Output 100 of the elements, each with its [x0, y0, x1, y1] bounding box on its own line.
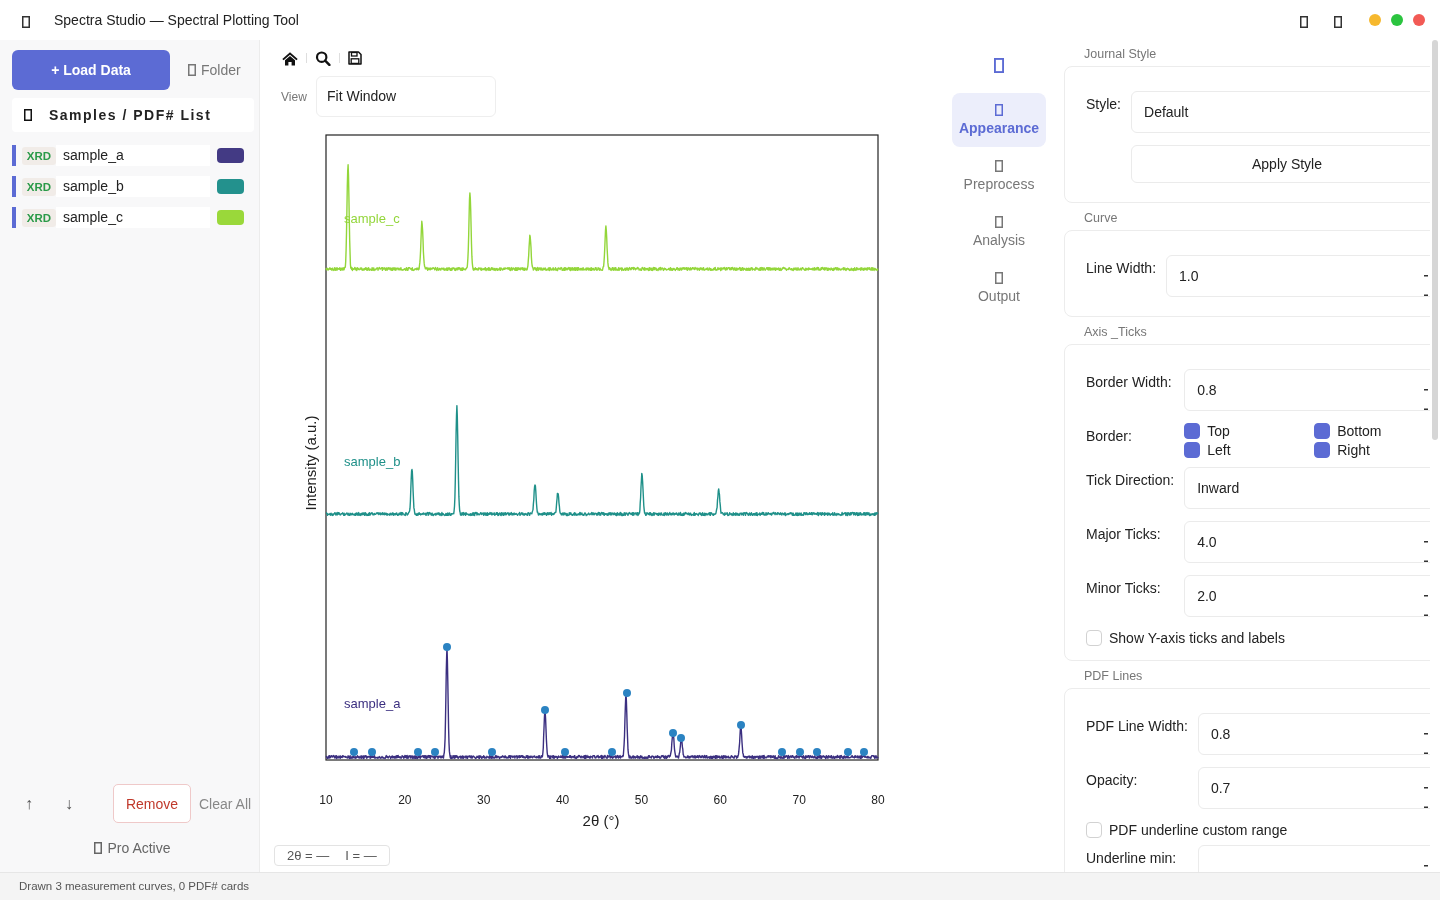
field-label: Line Width: — [1086, 259, 1157, 276]
x-tick-label: 40 — [555, 793, 570, 807]
curve-label: sample_b — [344, 454, 401, 469]
spin-field[interactable]: 1.0 — [1166, 255, 1430, 297]
row-marker — [12, 207, 16, 228]
license-status: Pro Active — [107, 840, 171, 856]
checkbox-label: Show Y-axis ticks and labels — [1109, 630, 1285, 646]
peak-marker — [778, 748, 786, 756]
x-tick-label: 20 — [398, 793, 412, 807]
color-swatch-icon[interactable] — [217, 148, 244, 163]
move-up-button[interactable]: ↑ — [21, 794, 37, 813]
dropdown-field[interactable]: Default — [1131, 91, 1430, 133]
load-data-button[interactable]: + Load Data — [12, 50, 170, 90]
peak-marker — [813, 748, 821, 756]
field-label: Border Width: — [1086, 373, 1173, 390]
peak-marker — [561, 748, 569, 756]
peak-marker — [737, 721, 745, 729]
field-label: Underline min: — [1086, 849, 1178, 866]
section-title: Axis _Ticks — [1083, 325, 1148, 339]
close-button[interactable] — [1413, 14, 1425, 26]
checkbox[interactable] — [1314, 442, 1331, 458]
field-label: Major Ticks: — [1086, 525, 1162, 542]
window-title: Spectra Studio — Spectral Plotting Tool — [54, 12, 299, 28]
move-down-button[interactable]: ↓ — [61, 794, 77, 813]
view-label: View — [281, 89, 308, 104]
empty-box-icon[interactable] — [1300, 16, 1308, 28]
scrollbar-thumb[interactable] — [1432, 40, 1438, 440]
field-label: Opacity: — [1086, 771, 1139, 788]
x-tick-label: 10 — [319, 793, 333, 807]
remove-button[interactable]: Remove — [113, 784, 191, 823]
type-badge: XRD — [22, 146, 56, 165]
section-title: PDF Lines — [1083, 669, 1144, 683]
spin-field[interactable]: 0.8 — [1197, 713, 1430, 755]
readout-text: I = — — [345, 848, 377, 863]
empty-box-icon — [94, 842, 103, 854]
sample-name[interactable]: sample_b — [56, 176, 210, 197]
field-label: Tick Direction: — [1086, 471, 1175, 488]
home-icon[interactable] — [282, 50, 298, 66]
peak-marker — [541, 706, 549, 714]
nav-tab[interactable]: Analysis — [952, 205, 1046, 259]
spin-field[interactable]: 0.7 — [1197, 767, 1430, 809]
checkbox-label: PDF underline custom range — [1109, 822, 1288, 838]
checkbox[interactable] — [1184, 423, 1201, 439]
curve-label: sample_a — [344, 696, 401, 711]
x-tick-label: 50 — [634, 793, 649, 807]
row-marker — [12, 176, 16, 197]
empty-box-icon — [24, 109, 32, 121]
section-title: Journal Style — [1083, 47, 1158, 61]
status-text: Drawn 3 measurement curves, 0 PDF# cards — [19, 880, 250, 892]
checkbox[interactable] — [1314, 423, 1331, 439]
nav-tab[interactable]: Preprocess — [952, 149, 1046, 203]
field-label: Border: — [1086, 427, 1133, 444]
empty-box-icon — [995, 104, 1003, 116]
y-axis-title: Intensity (a.u.) — [302, 415, 319, 511]
x-tick-label: 80 — [871, 793, 885, 807]
color-swatch-icon[interactable] — [217, 210, 244, 225]
checkbox-label: Top — [1207, 423, 1230, 439]
section-title: Curve — [1083, 211, 1119, 225]
row-marker — [12, 145, 16, 166]
peak-marker — [443, 643, 451, 651]
checkbox-label: Bottom — [1337, 423, 1382, 439]
x-axis-title: 2θ (°) — [582, 812, 620, 829]
empty-box-icon[interactable] — [1334, 16, 1342, 28]
peak-marker — [796, 748, 804, 756]
empty-box-icon — [22, 16, 30, 28]
view-select[interactable]: Fit Window — [316, 76, 496, 117]
dropdown-field[interactable]: Inward — [1184, 467, 1430, 509]
peak-marker — [860, 748, 868, 756]
peak-marker — [431, 748, 439, 756]
folder-button[interactable]: Folder — [188, 62, 241, 78]
field-label: PDF Line Width: — [1086, 717, 1188, 734]
spin-field[interactable]: 4.0 — [1184, 521, 1430, 563]
color-swatch-icon[interactable] — [217, 179, 244, 194]
checkbox[interactable] — [1184, 442, 1201, 458]
sample-name[interactable]: sample_a — [56, 145, 210, 166]
spin-field[interactable]: 2.0 — [1184, 575, 1430, 617]
nav-tab[interactable]: Output — [952, 261, 1046, 315]
list-title: Samples / PDF# List — [49, 107, 212, 123]
peak-marker — [844, 748, 852, 756]
field-label: Style: — [1086, 95, 1121, 112]
checkbox-label: Right — [1337, 442, 1370, 458]
x-tick-label: 60 — [713, 793, 727, 807]
peak-marker — [608, 748, 616, 756]
sample-name[interactable]: sample_c — [56, 207, 210, 228]
apply-button[interactable]: Apply Style — [1131, 145, 1430, 183]
search-icon[interactable] — [315, 50, 331, 66]
x-tick-label: 30 — [477, 793, 491, 807]
peak-marker — [368, 748, 376, 756]
readout-text: 2θ = — — [287, 848, 330, 863]
peak-marker — [350, 748, 358, 756]
empty-box-icon — [188, 64, 196, 76]
peak-marker — [623, 689, 631, 697]
nav-tab[interactable]: Appearance — [952, 93, 1046, 147]
checkbox-label: Left — [1207, 442, 1231, 458]
empty-box-icon — [995, 216, 1003, 228]
field-label: Minor Ticks: — [1086, 579, 1162, 596]
save-icon[interactable] — [348, 51, 362, 65]
peak-marker — [414, 748, 422, 756]
peak-marker — [488, 748, 496, 756]
empty-box-icon — [995, 160, 1003, 172]
